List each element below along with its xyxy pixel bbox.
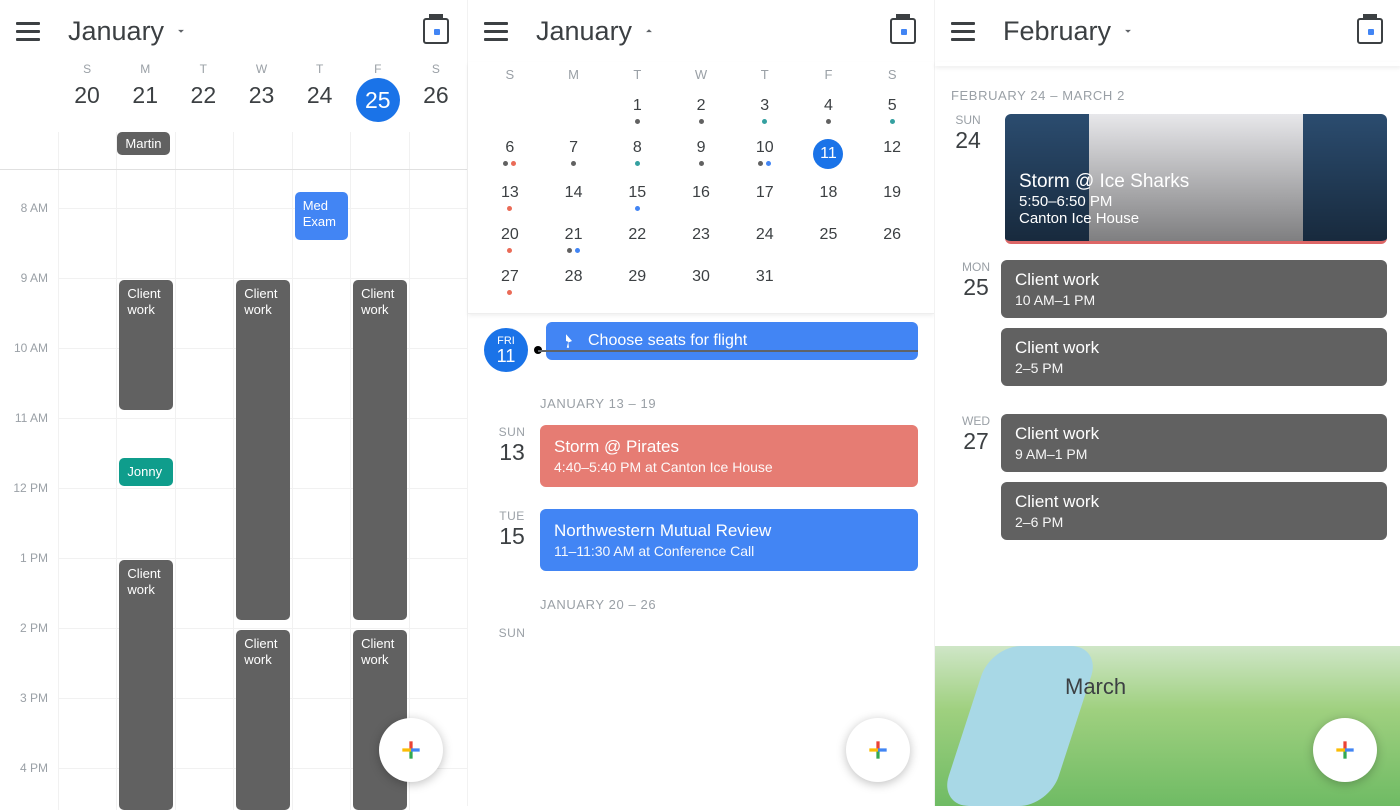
time-labels: 8 AM 9 AM 10 AM 11 AM 12 PM 1 PM 2 PM 3 … — [0, 170, 58, 810]
event-client-work[interactable]: Client work — [236, 280, 289, 620]
today-icon[interactable] — [423, 18, 449, 44]
today-icon[interactable] — [1357, 18, 1383, 44]
event-card[interactable]: Storm @ Pirates 4:40–5:40 PM at Canton I… — [540, 425, 918, 487]
today-icon[interactable] — [890, 18, 916, 44]
reminder-card[interactable]: Choose seats for flight — [546, 322, 918, 360]
time-grid[interactable]: 8 AM 9 AM 10 AM 11 AM 12 PM 1 PM 2 PM 3 … — [0, 170, 467, 810]
month-cell[interactable]: 20 — [478, 221, 542, 263]
month-label: February — [1003, 16, 1111, 47]
month-cell[interactable]: 25 — [797, 221, 861, 263]
month-cell[interactable]: 17 — [733, 179, 797, 221]
month-cell[interactable]: 29 — [605, 263, 669, 305]
now-indicator: FRI11 Choose seats for flight — [484, 326, 934, 374]
create-event-fab[interactable] — [379, 718, 443, 782]
reminder-icon — [560, 332, 578, 350]
agenda-date[interactable]: SUN24 — [935, 113, 1001, 154]
today-pill[interactable]: FRI11 — [484, 328, 528, 372]
day-header[interactable]: T22 — [174, 62, 232, 122]
month-cell[interactable]: 11 — [797, 134, 861, 179]
month-label: January — [68, 16, 164, 47]
month-cell[interactable]: 7 — [542, 134, 606, 179]
allday-row: Martin — [0, 132, 467, 170]
event-client-work[interactable]: Client work — [119, 280, 172, 410]
month-cell[interactable]: 19 — [860, 179, 924, 221]
day-header[interactable]: T24 — [291, 62, 349, 122]
week-header: S20 M21 T22 W23 T24 F25 S26 — [0, 62, 467, 122]
month-cell[interactable]: 8 — [605, 134, 669, 179]
month-cell[interactable]: 23 — [669, 221, 733, 263]
menu-icon[interactable] — [16, 17, 44, 45]
event-client-work[interactable]: Client work — [353, 280, 406, 620]
week-range-label: JANUARY 13 – 19 — [468, 374, 934, 421]
month-cell[interactable]: 10 — [733, 134, 797, 179]
month-cell[interactable]: 15 — [605, 179, 669, 221]
chevron-down-icon — [174, 24, 188, 38]
month-cell[interactable]: 27 — [478, 263, 542, 305]
event-card[interactable]: Northwestern Mutual Review 11–11:30 AM a… — [540, 509, 918, 571]
event-med-exam[interactable]: Med Exam — [295, 192, 348, 240]
month-cell[interactable]: 14 — [542, 179, 606, 221]
month-cell[interactable]: 26 — [860, 221, 924, 263]
day-header[interactable]: S26 — [407, 62, 465, 122]
month-cell[interactable]: 2 — [669, 92, 733, 134]
menu-icon[interactable] — [484, 17, 512, 45]
month-cell[interactable]: 18 — [797, 179, 861, 221]
month-cell[interactable]: 21 — [542, 221, 606, 263]
month-cell[interactable]: 4 — [797, 92, 861, 134]
day-header[interactable]: M21 — [116, 62, 174, 122]
chevron-down-icon — [1121, 24, 1135, 38]
schedule-pane: February FEBRUARY 24 – MARCH 2 SUN24 Sto… — [934, 0, 1400, 806]
month-cell[interactable] — [797, 263, 861, 305]
menu-icon[interactable] — [951, 17, 979, 45]
chevron-up-icon — [642, 24, 656, 38]
week-range-label: JANUARY 20 – 26 — [468, 575, 934, 622]
agenda-date[interactable]: SUN — [484, 626, 540, 640]
agenda-date[interactable]: TUE15 — [484, 509, 540, 550]
agenda-date[interactable]: WED27 — [951, 414, 1001, 455]
day-header[interactable]: W23 — [232, 62, 290, 122]
week-view-pane: January S20 M21 T22 W23 T24 F25 S26 Mart… — [0, 0, 467, 806]
event-client-work[interactable]: Client work — [236, 630, 289, 810]
day-header-today[interactable]: F25 — [349, 62, 407, 122]
month-cell[interactable]: 28 — [542, 263, 606, 305]
event-jonny[interactable]: Jonny — [119, 458, 172, 486]
agenda-date[interactable]: MON25 — [951, 260, 1001, 301]
month-cell[interactable]: 30 — [669, 263, 733, 305]
month-cell[interactable]: 22 — [605, 221, 669, 263]
month-cell[interactable]: 6 — [478, 134, 542, 179]
month-cell[interactable]: 5 — [860, 92, 924, 134]
agenda-list[interactable]: FRI11 Choose seats for flight JANUARY 13… — [468, 314, 934, 644]
month-cell[interactable] — [860, 263, 924, 305]
month-cell[interactable]: 9 — [669, 134, 733, 179]
month-cell[interactable]: 16 — [669, 179, 733, 221]
month-cell[interactable]: 1 — [605, 92, 669, 134]
month-label: January — [536, 16, 632, 47]
month-cell[interactable]: 13 — [478, 179, 542, 221]
allday-event[interactable]: Martin — [117, 132, 169, 155]
month-selector[interactable]: February — [1003, 16, 1135, 47]
week-range-label: FEBRUARY 24 – MARCH 2 — [935, 66, 1400, 113]
month-cell[interactable] — [478, 92, 542, 134]
month-cell[interactable]: 12 — [860, 134, 924, 179]
month-selector[interactable]: January — [536, 16, 656, 47]
month-selector[interactable]: January — [68, 16, 188, 47]
month-cell[interactable]: 24 — [733, 221, 797, 263]
event-card[interactable]: Client work 10 AM–1 PM — [1001, 260, 1387, 318]
upcoming-month-label: March — [1065, 674, 1126, 700]
month-agenda-pane: January SM TW TF S 1 2 3 4 5 6 7 8 9 10 … — [467, 0, 934, 806]
event-card[interactable]: Client work 9 AM–1 PM — [1001, 414, 1387, 472]
day-header[interactable]: S20 — [58, 62, 116, 122]
create-event-fab[interactable] — [1313, 718, 1377, 782]
month-cell[interactable]: 31 — [733, 263, 797, 305]
event-card[interactable]: Client work 2–5 PM — [1001, 328, 1387, 386]
event-card[interactable]: Client work 2–6 PM — [1001, 482, 1387, 540]
month-cell[interactable] — [542, 92, 606, 134]
event-hero-card[interactable]: Storm @ Ice Sharks 5:50–6:50 PM Canton I… — [1005, 114, 1387, 244]
month-cell[interactable]: 3 — [733, 92, 797, 134]
month-grid: SM TW TF S 1 2 3 4 5 6 7 8 9 10 11 12 13… — [468, 62, 934, 314]
create-event-fab[interactable] — [846, 718, 910, 782]
agenda-date[interactable]: SUN13 — [484, 425, 540, 466]
event-client-work[interactable]: Client work — [119, 560, 172, 810]
